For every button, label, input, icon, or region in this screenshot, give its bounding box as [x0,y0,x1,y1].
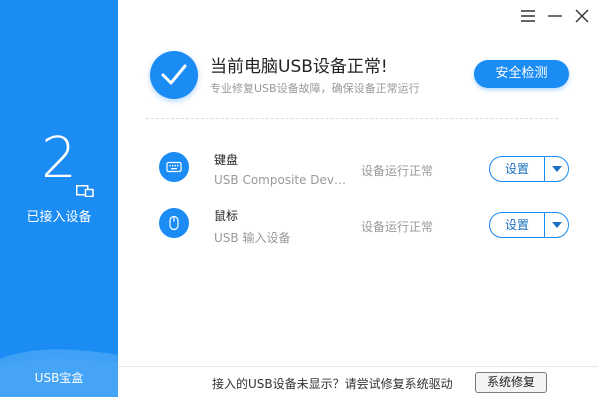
settings-button[interactable]: 设置 [490,213,544,237]
close-icon[interactable] [572,6,592,26]
menu-icon[interactable] [518,6,538,26]
device-settings-split-button: 设置 [489,212,569,238]
brand-label: USB宝盒 [34,371,84,385]
chevron-down-icon [552,166,562,172]
device-status: 设备运行正常 [361,164,434,178]
device-description: USB Composite Devi... [214,173,348,187]
mouse-icon [159,208,189,238]
device-count-wrap: 2 [0,126,118,192]
device-count-label: 已接入设备 [26,210,92,225]
device-settings-split-button: 设置 [489,156,569,182]
devices-icon [76,182,94,198]
settings-dropdown-button[interactable] [545,157,569,181]
minimize-icon[interactable] [545,6,565,26]
check-icon [161,64,187,85]
device-row-keyboard: 键盘 USB Composite Devi... 设备运行正常 设置 [146,149,586,199]
chevron-down-icon [552,222,562,228]
settings-dropdown-button[interactable] [545,213,569,237]
footer-hint: 接入的USB设备未显示？请尝试修复系统驱动 [212,377,453,391]
device-status: 设备运行正常 [361,220,434,234]
device-count: 2 [41,126,77,191]
status-title: 当前电脑USB设备正常! [210,57,388,77]
device-row-mouse: 鼠标 USB 输入设备 设备运行正常 设置 [146,205,586,255]
security-scan-button[interactable]: 安全检测 [474,60,569,88]
status-subtitle: 专业修复USB设备故障，确保设备正常运行 [210,82,420,95]
device-name: 鼠标 [214,209,239,223]
system-repair-button[interactable]: 系统修复 [475,372,547,393]
divider [146,118,558,119]
status-check-badge [150,51,198,99]
device-name: 键盘 [214,153,239,167]
keyboard-icon [159,152,189,182]
settings-button[interactable]: 设置 [490,157,544,181]
sidebar: 2 已接入设备 USB宝盒 [0,0,118,397]
device-description: USB 输入设备 [214,231,291,245]
footer-divider [118,366,598,367]
